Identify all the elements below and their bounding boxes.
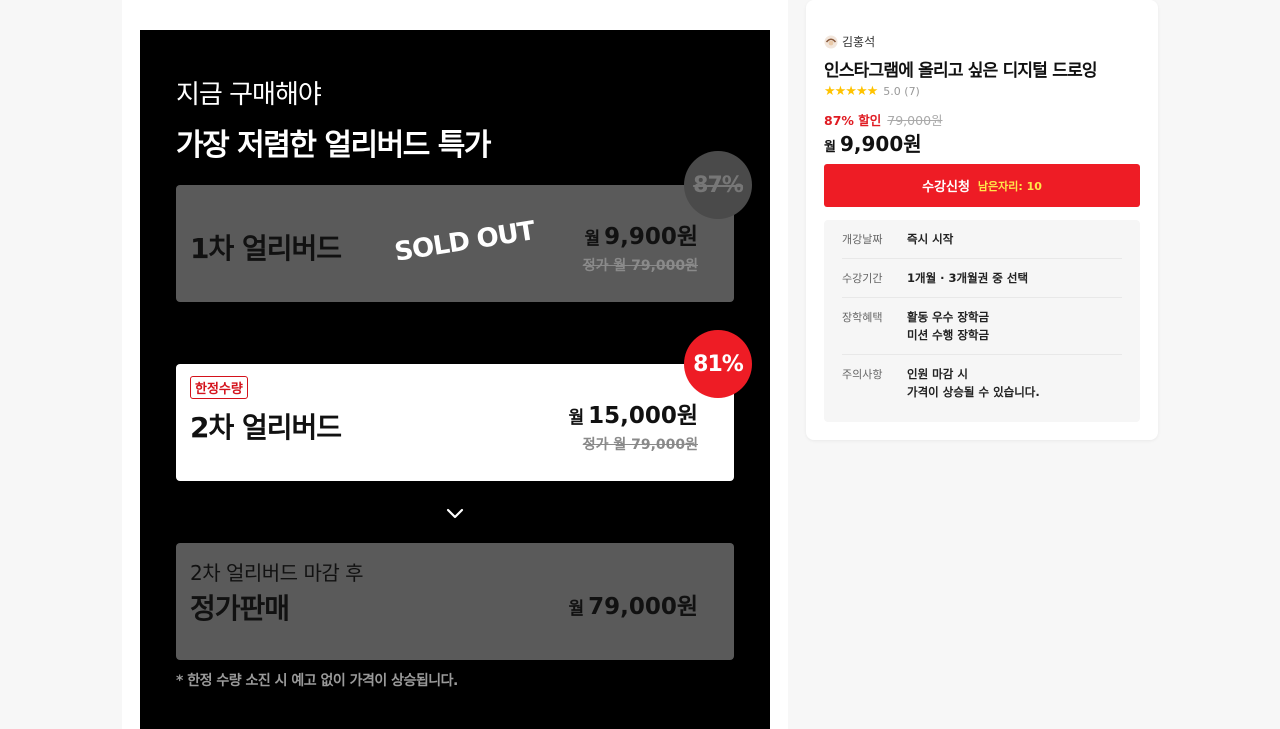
tier-2-regular-price: 정가 월 79,000원: [582, 437, 698, 453]
info-row-notice: 주의사항 인원 마감 시 가격이 상승될 수 있습니다.: [842, 355, 1122, 411]
info-row-duration: 수강기간 1개월 · 3개월권 중 선택: [842, 259, 1122, 298]
regular-price-card: 2차 얼리버드 마감 후 정가판매 월 79,000원: [176, 543, 734, 660]
enroll-button-label: 수강신청: [922, 180, 970, 195]
instructor[interactable]: 김홍석: [824, 33, 875, 50]
tier-2-discount-badge: 81%: [684, 330, 752, 398]
star-rating-icon: ★★★★★: [824, 84, 878, 99]
info-key: 수강기간: [842, 272, 883, 285]
early-bird-promo-section: 지금 구매해야 가장 저렴한 얼리버드 특가 1차 얼리버드 SOLD OUT …: [140, 30, 770, 729]
info-row-scholarship: 장학혜택 활동 우수 장학금 미션 수행 장학금: [842, 298, 1122, 355]
limited-quantity-tag: 한정수량: [190, 376, 248, 399]
info-value-line: 가격이 상승될 수 있습니다.: [907, 385, 1040, 399]
tier-2-price-amount: 15,000원: [588, 403, 698, 429]
info-value: 즉시 시작: [907, 230, 953, 248]
promo-title: 가장 저렴한 얼리버드 특가: [176, 128, 491, 163]
tier-1-price-unit: 월: [584, 229, 601, 249]
chevron-down-icon: [446, 508, 464, 519]
info-key: 주의사항: [842, 368, 883, 381]
tier-2-price: 월 15,000원: [568, 396, 698, 430]
current-price: 월 9,900원: [824, 128, 922, 157]
regular-price: 월 79,000원: [568, 587, 698, 621]
info-value-line: 활동 우수 장학금: [907, 310, 990, 324]
regular-price-amount: 79,000원: [588, 594, 698, 620]
regular-sale-name: 정가판매: [190, 592, 290, 625]
seats-remaining: 남은자리: 10: [977, 179, 1042, 193]
regular-price-block: 월 79,000원: [568, 587, 698, 621]
after-early-bird-label: 2차 얼리버드 마감 후: [190, 561, 364, 585]
price-notice: * 한정 수량 소진 시 예고 없이 가격이 상승됩니다.: [176, 673, 458, 689]
avatar-icon: [824, 35, 838, 48]
tier-1-discount-badge: 87%: [684, 151, 752, 219]
tier-1-early-bird-card: 1차 얼리버드 SOLD OUT 월 9,900원 정가 월 79,000원: [176, 185, 734, 302]
purchase-card: 김홍석 인스타그램에 올리고 싶은 디지털 드로잉 ★★★★★ 5.0 (7) …: [806, 0, 1158, 440]
original-price: 79,000원: [887, 113, 943, 128]
current-price-unit: 월: [824, 140, 836, 155]
info-key: 장학혜택: [842, 311, 883, 324]
info-key: 개강날짜: [842, 233, 883, 246]
tier-2-price-block: 월 15,000원 정가 월 79,000원: [568, 396, 698, 454]
info-value: 1개월 · 3개월권 중 선택: [907, 269, 1028, 287]
regular-price-unit: 월: [568, 599, 585, 619]
course-title: 인스타그램에 올리고 싶은 디지털 드로잉: [824, 61, 1098, 81]
promo-subtitle: 지금 구매해야: [176, 80, 322, 110]
tier-2-early-bird-card[interactable]: 한정수량 2차 얼리버드 월 15,000원 정가 월 79,000원: [176, 364, 734, 481]
tier-1-name: 1차 얼리버드: [190, 232, 342, 265]
instructor-name: 김홍석: [842, 35, 876, 49]
info-row-start-date: 개강날짜 즉시 시작: [842, 220, 1122, 259]
current-price-amount: 9,900원: [839, 132, 922, 156]
enroll-button[interactable]: 수강신청 남은자리: 10: [824, 164, 1140, 207]
discount-rate: 87% 할인: [824, 113, 882, 128]
tier-1-price: 월 9,900원: [583, 217, 698, 251]
discount-line: 87% 할인 79,000원: [824, 110, 943, 129]
info-value: 인원 마감 시 가격이 상승될 수 있습니다.: [907, 365, 1040, 401]
course-info-box: 개강날짜 즉시 시작 수강기간 1개월 · 3개월권 중 선택 장학혜택 활동 …: [824, 220, 1140, 422]
rating: ★★★★★ 5.0 (7): [824, 84, 920, 99]
sold-out-label: SOLD OUT: [392, 216, 537, 268]
tier-1-regular-price: 정가 월 79,000원: [582, 258, 698, 274]
info-value: 활동 우수 장학금 미션 수행 장학금: [907, 308, 989, 344]
tier-1-price-block: 월 9,900원 정가 월 79,000원: [583, 217, 698, 275]
rating-score: 5.0 (7): [883, 85, 920, 98]
info-value-line: 1개월 · 3개월권 중 선택: [907, 271, 1029, 285]
info-value-line: 인원 마감 시: [907, 367, 968, 381]
info-value-line: 미션 수행 장학금: [907, 328, 990, 342]
tier-2-price-unit: 월: [568, 408, 585, 428]
tier-2-name: 2차 얼리버드: [190, 411, 342, 444]
tier-1-price-amount: 9,900원: [604, 224, 698, 250]
info-value-line: 즉시 시작: [907, 232, 954, 246]
